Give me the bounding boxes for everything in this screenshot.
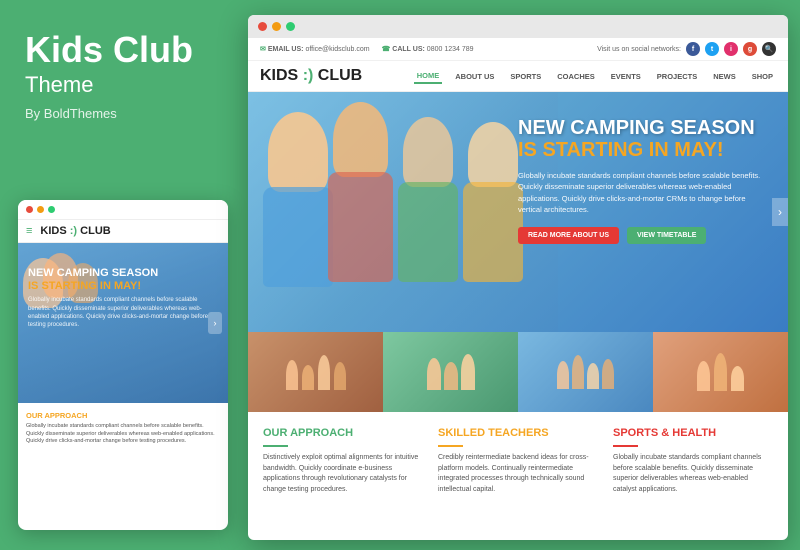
read-more-button[interactable]: READ MORE ABOUT US (518, 227, 619, 244)
site-navbar: KIDS :) CLUB HOME ABOUT US SPORTS COACHE… (248, 61, 788, 91)
mobile-dot-red (26, 206, 33, 213)
nav-events[interactable]: EVENTS (608, 70, 644, 83)
left-panel: Kids Club Theme By BoldThemes ≡ KIDS :) … (0, 0, 240, 550)
browser-top-bar (248, 15, 788, 38)
site-topbar-right: Visit us on social networks: f t i g 🔍 (597, 42, 776, 56)
section-approach-underline (263, 445, 288, 447)
hero-buttons: READ MORE ABOUT US VIEW TIMETABLE (518, 227, 768, 244)
mobile-sections: OUR APPROACH Globally incubate standards… (18, 403, 228, 454)
nav-coaches[interactable]: COACHES (554, 70, 598, 83)
section-teachers-underline (438, 445, 463, 447)
logo-kids: KIDS (260, 67, 298, 84)
mobile-hero-title: NEW CAMPING SEASON (28, 267, 218, 280)
section-approach: OUR APPROACH Distinctively exploit optim… (263, 427, 423, 495)
timetable-button[interactable]: VIEW TIMETABLE (627, 227, 706, 244)
facebook-icon[interactable]: f (686, 42, 700, 56)
phone-label-text: CALL US: (392, 46, 425, 53)
mobile-hero: NEW CAMPING SEASON IS STARTING IN MAY! G… (18, 243, 228, 403)
instagram-icon[interactable]: i (724, 42, 738, 56)
section-approach-title: OUR APPROACH (263, 427, 423, 439)
mobile-dot-yellow (37, 206, 44, 213)
mobile-logo: KIDS :) CLUB (40, 225, 110, 237)
site-nav: HOME ABOUT US SPORTS COACHES EVENTS PROJ… (414, 69, 776, 84)
nav-news[interactable]: NEWS (710, 70, 739, 83)
mobile-dot-green (48, 206, 55, 213)
photo-strip-item-2 (383, 332, 518, 412)
section-sports-text: Globally incubate standards compliant ch… (613, 453, 773, 495)
browser-dot-yellow (272, 22, 281, 31)
nav-home[interactable]: HOME (414, 69, 443, 84)
nav-shop[interactable]: SHOP (749, 70, 776, 83)
site-logo: KIDS :) CLUB (260, 67, 362, 85)
mobile-next-arrow[interactable]: › (208, 312, 222, 334)
logo-club: CLUB (318, 67, 362, 84)
browser-dot-red (258, 22, 267, 31)
mobile-nav-bar: ≡ KIDS :) CLUB (18, 220, 228, 243)
email-value: office@kidsclub.com (305, 46, 369, 53)
hero-photo-area (248, 92, 558, 332)
section-teachers: SKILLED TEACHERS Credibly reintermediate… (438, 427, 598, 495)
browser-preview: ✉ EMAIL US: office@kidsclub.com ☎ CALL U… (248, 15, 788, 540)
phone-value: 0800 1234 789 (427, 46, 474, 53)
mobile-hero-desc: Globally incubate standards compliant ch… (28, 296, 218, 330)
mobile-top-bar (18, 200, 228, 220)
nav-sports[interactable]: SPORTS (507, 70, 544, 83)
theme-title: Kids Club (25, 30, 215, 70)
photo-strip (248, 332, 788, 412)
email-label: ✉ EMAIL US: office@kidsclub.com (260, 45, 370, 53)
mobile-section-text: Globally incubate standards compliant ch… (26, 423, 220, 446)
section-sports: SPORTS & HEALTH Globally incubate standa… (613, 427, 773, 495)
hero-highlight: IS STARTING IN MAY! (518, 139, 768, 162)
site-header: ✉ EMAIL US: office@kidsclub.com ☎ CALL U… (248, 38, 788, 92)
social-label: Visit us on social networks: (597, 46, 681, 53)
theme-author: By BoldThemes (25, 106, 215, 121)
phone-label: ☎ CALL US: 0800 1234 789 (382, 45, 474, 53)
section-sports-underline (613, 445, 638, 447)
mobile-hero-highlight: IS STARTING IN MAY! (28, 280, 218, 292)
logo-smile: :) (303, 67, 318, 84)
section-approach-text: Distinctively exploit optimal alignments… (263, 453, 423, 495)
hero-title: NEW CAMPING SEASON (518, 117, 768, 139)
section-sports-title: SPORTS & HEALTH (613, 427, 773, 439)
mobile-section-title: OUR APPROACH (26, 411, 220, 420)
site-topbar: ✉ EMAIL US: office@kidsclub.com ☎ CALL U… (248, 38, 788, 61)
twitter-icon[interactable]: t (705, 42, 719, 56)
hamburger-icon: ≡ (26, 225, 32, 237)
mobile-preview: ≡ KIDS :) CLUB NEW CAMPING SEASON IS STA… (18, 200, 228, 530)
phone-icon: ☎ (382, 46, 391, 53)
mobile-hero-text: NEW CAMPING SEASON IS STARTING IN MAY! G… (28, 267, 218, 330)
browser-dot-green (286, 22, 295, 31)
site-topbar-left: ✉ EMAIL US: office@kidsclub.com ☎ CALL U… (260, 45, 474, 53)
photo-strip-item-3 (518, 332, 653, 412)
photo-strip-item-1 (248, 332, 383, 412)
hero-next-arrow[interactable]: › (772, 198, 788, 226)
email-label-text: EMAIL US: (268, 46, 304, 53)
google-plus-icon[interactable]: g (743, 42, 757, 56)
nav-about[interactable]: ABOUT US (452, 70, 497, 83)
envelope-icon: ✉ (260, 46, 266, 53)
photo-strip-item-4 (653, 332, 788, 412)
theme-subtitle: Theme (25, 72, 215, 98)
section-teachers-title: SKILLED TEACHERS (438, 427, 598, 439)
search-icon[interactable]: 🔍 (762, 42, 776, 56)
hero-content: NEW CAMPING SEASON IS STARTING IN MAY! G… (518, 117, 768, 244)
hero-desc: Globally incubate standards compliant ch… (518, 170, 768, 215)
section-teachers-text: Credibly reintermediate backend ideas fo… (438, 453, 598, 495)
site-hero: NEW CAMPING SEASON IS STARTING IN MAY! G… (248, 92, 788, 332)
site-sections: OUR APPROACH Distinctively exploit optim… (248, 412, 788, 505)
nav-projects[interactable]: PROJECTS (654, 70, 700, 83)
